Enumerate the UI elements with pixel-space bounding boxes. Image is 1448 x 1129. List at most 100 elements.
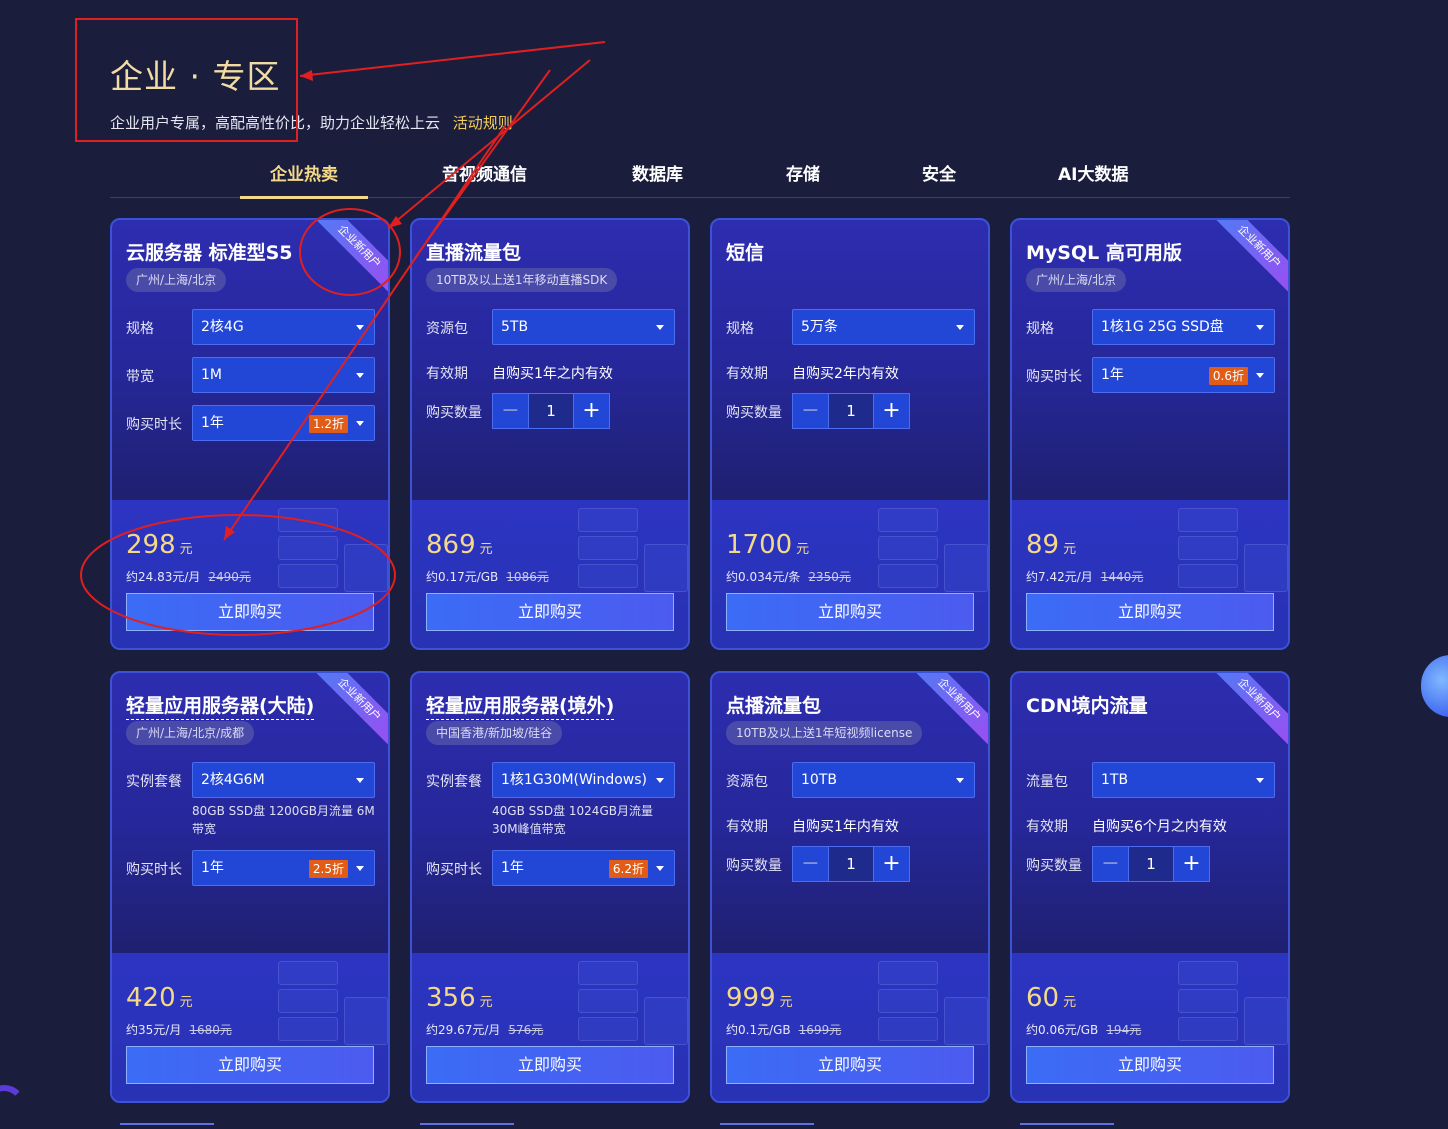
product-card: 轻量应用服务器(境外) 中国香港/新加坡/硅谷 实例套餐 1核1G30M(Windo… (410, 671, 690, 1103)
buy-now-button[interactable]: 立即购买 (1026, 593, 1274, 631)
quantity-value[interactable]: 1 (829, 847, 873, 881)
price-detail: 约24.83元/月 2490元 (126, 568, 251, 585)
option-label: 有效期 (726, 366, 768, 382)
unit-price: 约0.06元/GB (1026, 1023, 1099, 1037)
decrement-button[interactable]: − (1093, 847, 1129, 881)
price: 356 元 (426, 983, 493, 1013)
new-enterprise-user-ribbon: 企业新用户 (312, 220, 388, 294)
discount-badge: 6.2折 (608, 860, 648, 878)
server-rack-icon (568, 951, 688, 1051)
increment-button[interactable]: + (873, 394, 909, 428)
card-badge: 广州/上海/北京/成都 (126, 721, 255, 745)
option-select[interactable]: 2核4G6M (192, 762, 375, 798)
quantity-value[interactable]: 1 (1129, 847, 1173, 881)
decrement-button[interactable]: − (793, 394, 829, 428)
option-select[interactable]: 1年 6.2折 (492, 850, 675, 886)
discount-badge: 1.2折 (308, 415, 348, 433)
server-rack-icon (1168, 951, 1288, 1051)
card-tab-edge (120, 220, 240, 226)
corner-decoration (0, 1085, 26, 1129)
tab-database[interactable]: 数据库 (632, 160, 683, 198)
price-unit: 元 (479, 995, 493, 1010)
card-badge: 广州/上海/北京 (126, 268, 227, 292)
option-label: 规格 (1026, 321, 1054, 337)
price: 60 元 (1026, 983, 1076, 1013)
option-label: 购买时长 (426, 862, 482, 878)
card-tab-edge (1020, 220, 1140, 226)
option-label: 购买时长 (1026, 369, 1082, 385)
decrement-button[interactable]: − (793, 847, 829, 881)
quantity-value[interactable]: 1 (529, 394, 573, 428)
option-select[interactable]: 1核1G 25G SSD盘 (1092, 309, 1275, 345)
increment-button[interactable]: + (873, 847, 909, 881)
original-price: 1680元 (189, 1023, 232, 1037)
option-select[interactable]: 1年 1.2折 (192, 405, 375, 441)
card-tab-edge (1020, 673, 1140, 679)
page-subtitle: 企业用户专属，高配高性价比，助力企业轻松上云 活动规则 (110, 112, 513, 133)
buy-now-button[interactable]: 立即购买 (1026, 1046, 1274, 1084)
option-label: 实例套餐 (426, 774, 482, 790)
unit-price: 约24.83元/月 (126, 570, 201, 584)
unit-price: 约29.67元/月 (426, 1023, 501, 1037)
option-select[interactable]: 1年 0.6折 (1092, 357, 1275, 393)
option-select[interactable]: 1TB (1092, 762, 1275, 798)
card-badge: 广州/上海/北京 (1026, 268, 1127, 292)
card-tab-edge (120, 673, 240, 679)
floating-assistant-icon[interactable] (1421, 655, 1448, 717)
chevron-down-icon (956, 325, 964, 330)
increment-button[interactable]: + (1173, 847, 1209, 881)
option-select[interactable]: 5万条 (792, 309, 975, 345)
chevron-down-icon (1256, 778, 1264, 783)
buy-now-button[interactable]: 立即购买 (126, 593, 374, 631)
option-label: 实例套餐 (126, 774, 182, 790)
quantity-stepper: − 1 + (1092, 846, 1210, 882)
product-card: 短信规格 5万条 有效期 自购买2年内有效购买数量 − 1 + 1700元 (710, 218, 990, 650)
option-label: 购买时长 (126, 862, 182, 878)
price-unit: 元 (1063, 995, 1077, 1010)
option-select[interactable]: 1年 2.5折 (192, 850, 375, 886)
buy-now-button[interactable]: 立即购买 (726, 593, 974, 631)
option-label: 有效期 (726, 819, 768, 835)
tab-storage[interactable]: 存储 (786, 160, 820, 198)
price: 999 元 (726, 983, 793, 1013)
quantity-value[interactable]: 1 (829, 394, 873, 428)
unit-price: 约0.17元/GB (426, 570, 499, 584)
buy-now-button[interactable]: 立即购买 (426, 593, 674, 631)
tab-security[interactable]: 安全 (922, 160, 956, 198)
spec-note: 40GB SSD盘 1024GB月流量 30M峰值带宽 (492, 804, 653, 836)
option-select[interactable]: 5TB (492, 309, 675, 345)
original-price: 194元 (1106, 1023, 1142, 1037)
chevron-down-icon (656, 778, 664, 783)
price-unit: 元 (796, 542, 810, 557)
buy-now-button[interactable]: 立即购买 (726, 1046, 974, 1084)
original-price: 1699元 (798, 1023, 842, 1037)
tab-av-communication[interactable]: 音视频通信 (442, 160, 527, 198)
buy-now-button[interactable]: 立即购买 (426, 1046, 674, 1084)
price-unit: 元 (1063, 542, 1077, 557)
tab-hot[interactable]: 企业热卖 (240, 160, 368, 199)
decrement-button[interactable]: − (493, 394, 529, 428)
price-value: 89 (1026, 530, 1060, 560)
select-value: 1TB (1101, 772, 1129, 788)
card-title: 轻量应用服务器(大陆) (126, 691, 315, 720)
card-title: 短信 (726, 242, 765, 264)
server-rack-icon (1168, 498, 1288, 598)
zone-header: 企业 · 专区 企业用户专属，高配高性价比，助力企业轻松上云 活动规则 (110, 50, 513, 133)
buy-now-button[interactable]: 立即购买 (126, 1046, 374, 1084)
tab-ai-bigdata[interactable]: AI大数据 (1058, 160, 1128, 198)
original-price: 2350元 (808, 570, 851, 584)
new-enterprise-user-ribbon: 企业新用户 (1212, 673, 1288, 747)
validity-value: 自购买1年内有效 (792, 819, 899, 835)
new-enterprise-user-ribbon: 企业新用户 (312, 673, 388, 747)
original-price: 576元 (508, 1023, 544, 1037)
option-select[interactable]: 1M (192, 357, 375, 393)
option-select[interactable]: 1核1G30M(Windows) (492, 762, 675, 798)
option-select[interactable]: 10TB (792, 762, 975, 798)
price-detail: 约29.67元/月 576元 (426, 1021, 543, 1038)
price: 869 元 (426, 530, 493, 560)
product-card: 企业新用户 轻量应用服务器(大陆) 广州/上海/北京/成都 实例套餐 2核4G6M 8… (110, 671, 390, 1103)
increment-button[interactable]: + (573, 394, 609, 428)
activity-rules-link[interactable]: 活动规则 (453, 114, 513, 132)
option-select[interactable]: 2核4G (192, 309, 375, 345)
original-price: 1440元 (1100, 570, 1144, 584)
